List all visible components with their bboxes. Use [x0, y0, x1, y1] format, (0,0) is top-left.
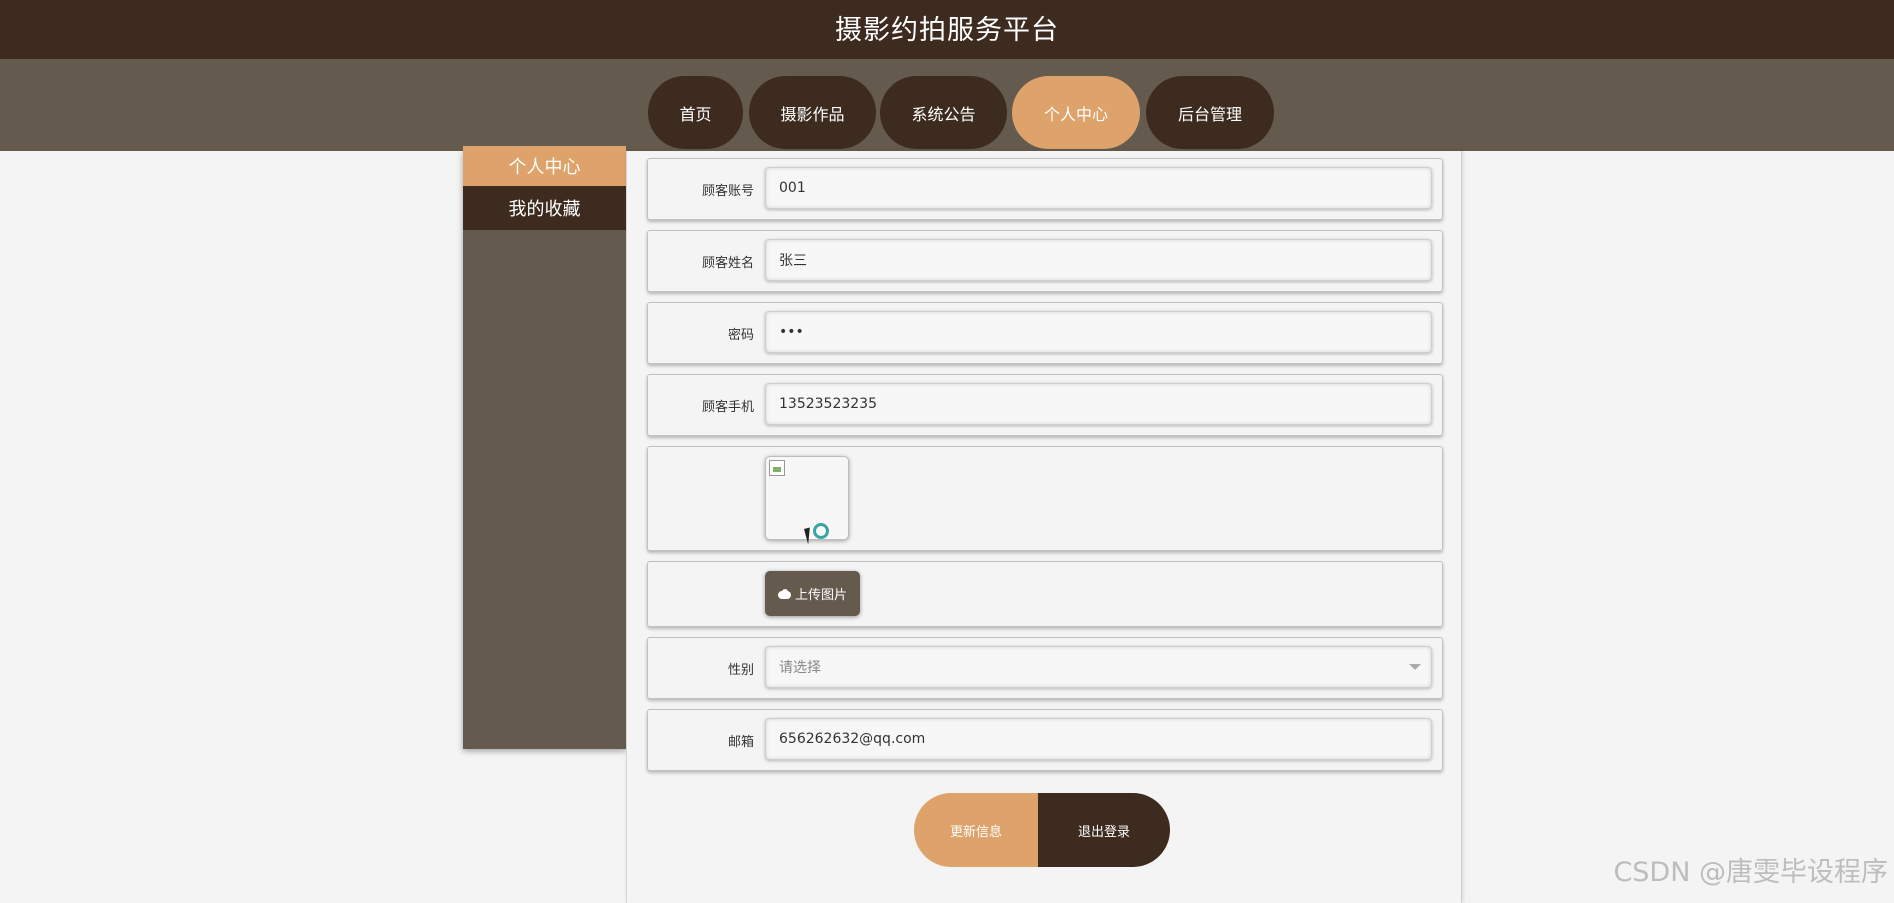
sidebar-item-personal-center[interactable]: 个人中心	[463, 146, 626, 186]
zoom-icon	[813, 523, 829, 539]
main-nav: 首页 摄影作品 系统公告 个人中心 后台管理	[0, 59, 1894, 151]
logout-button[interactable]: 退出登录	[1038, 793, 1170, 867]
avatar-image[interactable]	[765, 456, 849, 545]
form-row-upload: 上传图片	[647, 561, 1443, 627]
nav-works[interactable]: 摄影作品	[749, 76, 876, 149]
phone-label: 顾客手机	[701, 400, 754, 415]
form-row-gender: 性别 请选择	[647, 637, 1443, 699]
phone-input[interactable]: 13523523235	[765, 383, 1432, 425]
gender-select[interactable]: 请选择	[765, 646, 1432, 688]
top-header: 摄影约拍服务平台	[0, 0, 1894, 59]
gender-select-placeholder: 请选择	[779, 660, 821, 676]
email-label: 邮箱	[727, 735, 754, 750]
form-row-phone: 顾客手机 13523523235	[647, 374, 1443, 436]
nav-personal-center[interactable]: 个人中心	[1012, 76, 1140, 149]
form-row-avatar	[647, 446, 1443, 551]
gender-label: 性别	[727, 663, 754, 678]
cloud-upload-icon	[777, 588, 791, 599]
profile-panel: 顾客账号 001 顾客姓名 张三 密码 ••• 顾客手机 13523523235…	[626, 151, 1462, 903]
form-row-account: 顾客账号 001	[647, 158, 1443, 220]
upload-image-button[interactable]: 上传图片	[765, 571, 860, 616]
broken-image-icon	[769, 460, 785, 476]
sidebar: 个人中心 我的收藏	[463, 146, 626, 749]
password-label: 密码	[727, 328, 754, 343]
name-label: 顾客姓名	[701, 256, 754, 271]
site-title: 摄影约拍服务平台	[835, 15, 1059, 46]
form-row-email: 邮箱 656262632@qq.com	[647, 709, 1443, 771]
chevron-down-icon	[1409, 664, 1421, 670]
sidebar-item-favorites[interactable]: 我的收藏	[463, 186, 626, 230]
nav-home[interactable]: 首页	[648, 76, 743, 149]
form-row-name: 顾客姓名 张三	[647, 230, 1443, 292]
account-input[interactable]: 001	[765, 167, 1432, 209]
nav-announcements[interactable]: 系统公告	[880, 76, 1007, 149]
name-input[interactable]: 张三	[765, 239, 1432, 281]
watermark: CSDN @唐雯毕设程序	[1613, 857, 1888, 888]
account-label: 顾客账号	[701, 184, 754, 199]
password-input[interactable]: •••	[765, 311, 1432, 353]
upload-label: 上传图片	[794, 588, 847, 603]
nav-admin[interactable]: 后台管理	[1146, 76, 1274, 149]
email-input[interactable]: 656262632@qq.com	[765, 718, 1432, 760]
update-info-button[interactable]: 更新信息	[914, 793, 1038, 867]
form-row-password: 密码 •••	[647, 302, 1443, 364]
